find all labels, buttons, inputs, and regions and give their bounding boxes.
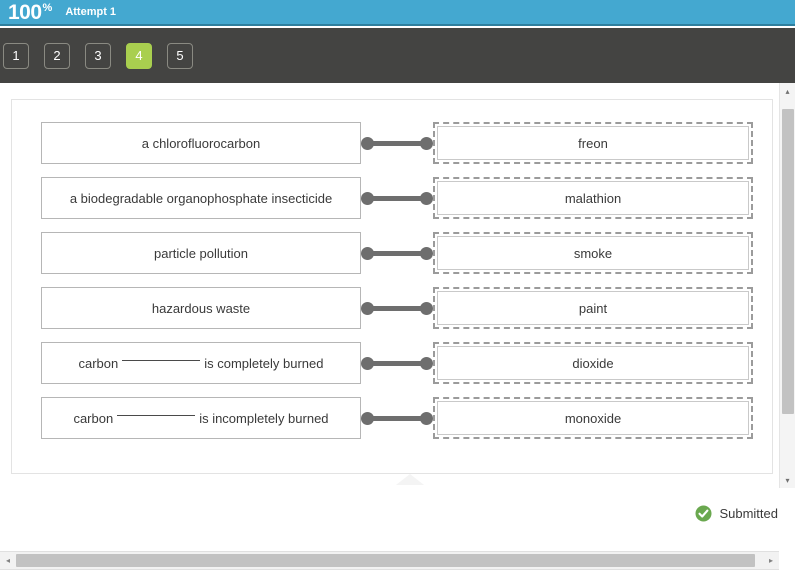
vertical-scroll-thumb[interactable] bbox=[782, 109, 794, 414]
table-row: hazardous waste paint bbox=[41, 287, 753, 329]
answer-box-4[interactable]: paint bbox=[433, 287, 753, 329]
scroll-right-arrow-icon[interactable]: ▸ bbox=[763, 552, 779, 569]
table-row: carbon is incompletely burned monoxide bbox=[41, 397, 753, 439]
horizontal-scroll-thumb[interactable] bbox=[16, 554, 755, 567]
connector-dot-right[interactable] bbox=[420, 357, 433, 370]
connector-line-5 bbox=[361, 342, 433, 384]
tab-question-4[interactable]: 4 bbox=[126, 42, 152, 69]
table-row: carbon is completely burned dioxide bbox=[41, 342, 753, 384]
table-row: particle pollution smoke bbox=[41, 232, 753, 274]
connector-dot-left[interactable] bbox=[361, 412, 374, 425]
matching-rows: a chlorofluorocarbon freon a biodegradab… bbox=[41, 122, 753, 452]
connector-dot-right[interactable] bbox=[420, 412, 433, 425]
answer-label-3: smoke bbox=[437, 236, 749, 270]
prompt-suffix-6: is incompletely burned bbox=[199, 410, 329, 426]
score-header: 100 % Attempt 1 bbox=[0, 0, 795, 26]
card-notch bbox=[396, 474, 424, 485]
question-content-area: a chlorofluorocarbon freon a biodegradab… bbox=[0, 83, 795, 570]
answer-box-5[interactable]: dioxide bbox=[433, 342, 753, 384]
connector-dot-left[interactable] bbox=[361, 192, 374, 205]
scroll-up-arrow-icon[interactable]: ▴ bbox=[780, 83, 795, 99]
prompt-box-3[interactable]: particle pollution bbox=[41, 232, 361, 274]
connector-bar bbox=[367, 416, 427, 421]
scroll-down-arrow-icon[interactable]: ▾ bbox=[780, 472, 795, 488]
horizontal-scrollbar[interactable]: ◂ ▸ bbox=[0, 551, 779, 570]
connector-dot-right[interactable] bbox=[420, 192, 433, 205]
vertical-scrollbar[interactable]: ▴ ▾ bbox=[779, 83, 795, 488]
answer-box-1[interactable]: freon bbox=[433, 122, 753, 164]
prompt-box-1[interactable]: a chlorofluorocarbon bbox=[41, 122, 361, 164]
blank-underline bbox=[117, 414, 196, 416]
check-circle-icon bbox=[695, 505, 712, 522]
connector-line-2 bbox=[361, 177, 433, 219]
connector-dot-left[interactable] bbox=[361, 247, 374, 260]
connector-bar bbox=[367, 306, 427, 311]
answer-box-2[interactable]: malathion bbox=[433, 177, 753, 219]
connector-dot-right[interactable] bbox=[420, 247, 433, 260]
answer-box-6[interactable]: monoxide bbox=[433, 397, 753, 439]
answer-label-4: paint bbox=[437, 291, 749, 325]
scroll-left-arrow-icon[interactable]: ◂ bbox=[0, 552, 16, 569]
prompt-box-4[interactable]: hazardous waste bbox=[41, 287, 361, 329]
answer-label-5: dioxide bbox=[437, 346, 749, 380]
connector-dot-left[interactable] bbox=[361, 302, 374, 315]
answer-label-6: monoxide bbox=[437, 401, 749, 435]
prompt-prefix-6: carbon bbox=[73, 410, 114, 426]
prompt-box-2[interactable]: a biodegradable organophosphate insectic… bbox=[41, 177, 361, 219]
connector-dot-right[interactable] bbox=[420, 302, 433, 315]
connector-line-4 bbox=[361, 287, 433, 329]
matching-question-card: a chlorofluorocarbon freon a biodegradab… bbox=[11, 99, 773, 474]
question-tab-bar: 1 2 3 4 5 bbox=[0, 28, 795, 83]
tab-question-3[interactable]: 3 bbox=[85, 42, 111, 69]
connector-bar bbox=[367, 196, 427, 201]
prompt-box-5[interactable]: carbon is completely burned bbox=[41, 342, 361, 384]
connector-bar bbox=[367, 361, 427, 366]
table-row: a biodegradable organophosphate insectic… bbox=[41, 177, 753, 219]
tab-question-1[interactable]: 1 bbox=[3, 42, 29, 69]
connector-bar bbox=[367, 141, 427, 146]
prompt-box-6[interactable]: carbon is incompletely burned bbox=[41, 397, 361, 439]
status-badge: Submitted bbox=[695, 505, 778, 522]
score-value: 100 bbox=[8, 0, 42, 24]
prompt-suffix-5: is completely burned bbox=[204, 355, 324, 371]
footer-status-bar: Submitted bbox=[0, 490, 795, 536]
status-text: Submitted bbox=[719, 505, 778, 521]
connector-line-6 bbox=[361, 397, 433, 439]
connector-dot-left[interactable] bbox=[361, 357, 374, 370]
answer-label-2: malathion bbox=[437, 181, 749, 215]
connector-bar bbox=[367, 251, 427, 256]
table-row: a chlorofluorocarbon freon bbox=[41, 122, 753, 164]
percent-symbol: % bbox=[42, 2, 53, 14]
connector-line-3 bbox=[361, 232, 433, 274]
connector-line-1 bbox=[361, 122, 433, 164]
answer-box-3[interactable]: smoke bbox=[433, 232, 753, 274]
connector-dot-right[interactable] bbox=[420, 137, 433, 150]
tab-question-2[interactable]: 2 bbox=[44, 42, 70, 69]
tab-question-5[interactable]: 5 bbox=[167, 42, 193, 69]
connector-dot-left[interactable] bbox=[361, 137, 374, 150]
blank-underline bbox=[122, 359, 201, 361]
prompt-prefix-5: carbon bbox=[78, 355, 119, 371]
attempt-label: Attempt 1 bbox=[65, 6, 117, 18]
answer-label-1: freon bbox=[437, 126, 749, 160]
